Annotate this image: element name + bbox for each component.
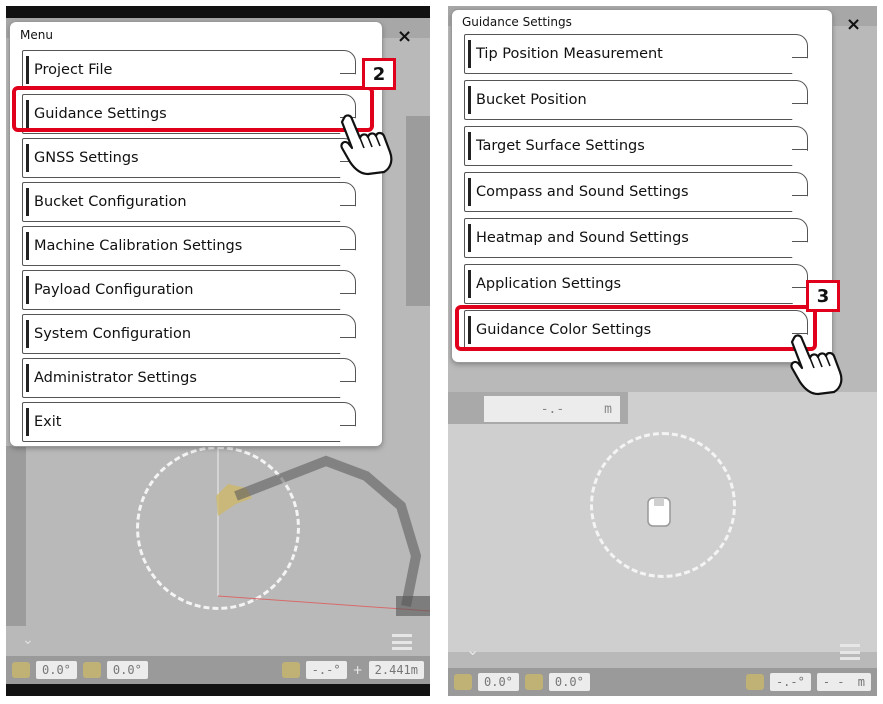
menu-item-label: Bucket Configuration [34,194,187,210]
menu-item-gnss-settings[interactable]: GNSS Settings [22,138,356,178]
menu-item-label: Tip Position Measurement [476,46,663,62]
step-badge-2: 2 [362,58,396,90]
status-bar: 0.0° 0.0° -.-° + 2.441m [6,656,430,684]
menu-item-machine-calibration[interactable]: Machine Calibration Settings [22,226,356,266]
bucket-pitch-icon [454,674,472,690]
chevron-down-icon[interactable]: ⌄ [22,632,42,648]
menu-item-label: Application Settings [476,276,622,292]
menu-item-label: Payload Configuration [34,282,194,298]
right-gauge [406,116,430,306]
menu-item-exit[interactable]: Exit [22,402,356,442]
menu-item-compass-sound[interactable]: Compass and Sound Settings [464,172,808,212]
menu-item-label: Compass and Sound Settings [476,184,689,200]
hand-pointer-icon [340,114,393,176]
menu-item-label: System Configuration [34,326,192,342]
excavator-icon [281,662,300,678]
menu-item-label: Target Surface Settings [476,138,645,154]
roll-value: 0.0° [548,673,590,691]
menu-item-heatmap-sound[interactable]: Heatmap and Sound Settings [464,218,808,258]
readout-unit: m [604,401,612,417]
excavator-icon [647,497,671,527]
menu-item-label: Administrator Settings [34,370,197,386]
bottom-black-bar [6,684,430,696]
bucket-pitch-icon [12,662,30,678]
menu-item-label: Exit [34,414,62,430]
step-badge-3: 3 [806,280,840,312]
pitch-value: 0.0° [478,673,519,691]
menu-item-label: Project File [34,62,113,78]
pitch-value: 0.0° [36,661,77,679]
menu-item-bucket-position[interactable]: Bucket Position [464,80,808,120]
highlight-guidance-color [455,305,817,351]
menu-item-administrator-settings[interactable]: Administrator Settings [22,358,356,398]
plus-sign: + [352,663,363,677]
distance-value: 2.441m [368,661,424,679]
chevron-down-icon[interactable]: ⌄ [466,640,479,659]
menu-title: Guidance Settings [462,15,572,29]
roll-value: 0.0° [106,661,148,679]
menu-item-label: Bucket Position [476,92,587,108]
status-bar: 0.0° 0.0° -.-° - - m [448,668,877,696]
menu-item-label: Machine Calibration Settings [34,238,243,254]
menu-item-application-settings[interactable]: Application Settings [464,264,808,304]
slope-value: -.-° [305,661,347,679]
highlight-guidance-settings [12,86,374,132]
hamburger-menu-icon[interactable] [392,634,412,650]
close-icon[interactable]: × [397,26,412,47]
menu-item-system-configuration[interactable]: System Configuration [22,314,356,354]
menu-title: Menu [20,28,53,42]
bucket-roll-icon [524,674,543,690]
slope-value: -.-° [769,673,811,691]
bucket-roll-icon [82,662,101,678]
distance-value: - - m [816,673,871,691]
hamburger-menu-icon[interactable] [840,644,860,660]
top-black-bar [6,6,430,18]
menu-item-project-file[interactable]: Project File [22,50,356,90]
menu-item-label: Heatmap and Sound Settings [476,230,689,246]
menu-item-bucket-configuration[interactable]: Bucket Configuration [22,182,356,222]
excavator-icon [745,674,764,690]
menu-item-label: GNSS Settings [34,150,139,166]
menu-item-tip-position[interactable]: Tip Position Measurement [464,34,808,74]
readout-value: -.- [540,401,565,417]
menu-item-target-surface[interactable]: Target Surface Settings [464,126,808,166]
hand-pointer-icon [790,334,843,396]
excavator-scene [216,446,430,616]
menu-item-payload-configuration[interactable]: Payload Configuration [22,270,356,310]
distance-readout: -.- m [484,396,620,422]
close-icon[interactable]: × [846,14,861,35]
